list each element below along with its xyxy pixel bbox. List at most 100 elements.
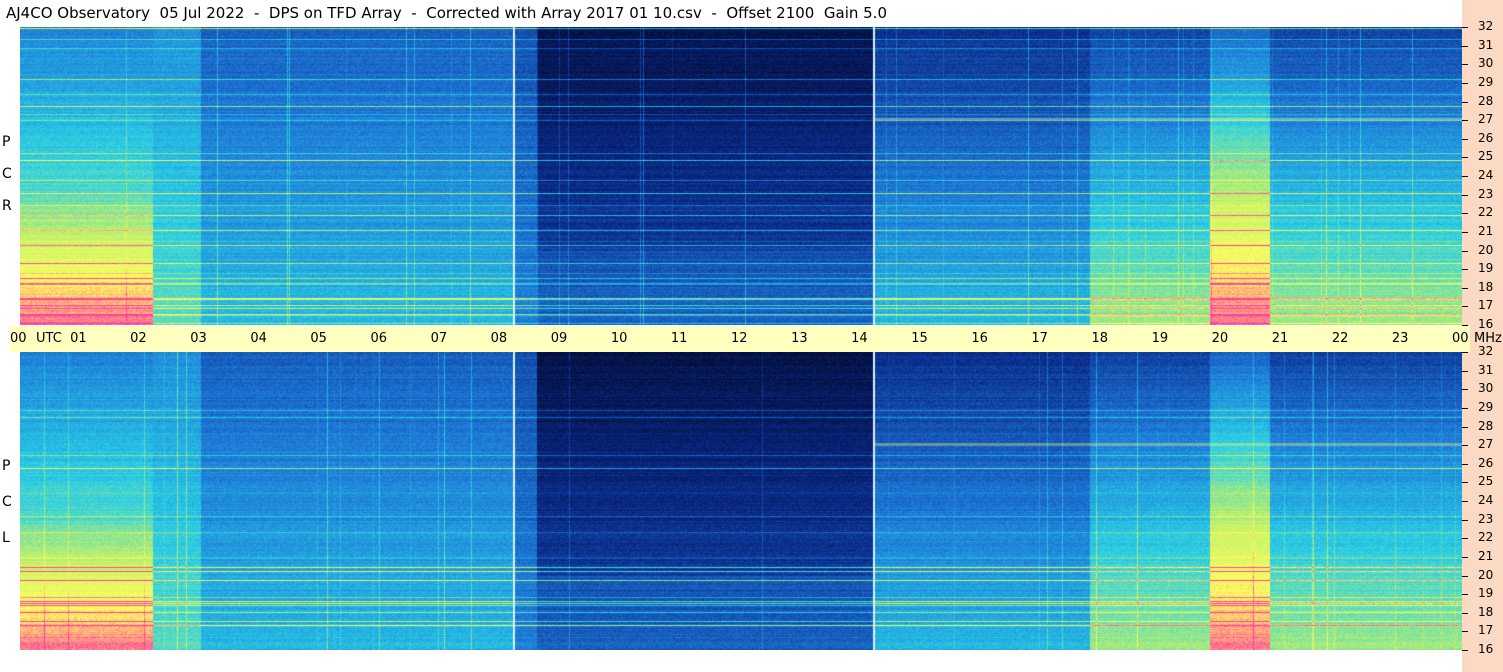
y-tick-label: 16 (1478, 317, 1494, 331)
polarization-letter: C (2, 494, 12, 510)
x-tick-label: 05 (310, 331, 327, 346)
y-tick-label: 19 (1478, 261, 1494, 276)
x-tick-label: 02 (130, 331, 147, 346)
polarization-letter: P (2, 134, 11, 150)
x-tick-label: 23 (1391, 331, 1409, 346)
polarization-letter: P (2, 458, 11, 474)
y-tick-mark (1462, 556, 1468, 558)
x-tick-label: 19 (1151, 331, 1169, 346)
y-tick-mark (1462, 101, 1468, 103)
y-tick-mark (1462, 231, 1468, 233)
y-tick-label: 24 (1478, 168, 1494, 182)
polarization-letter: R (2, 198, 12, 214)
y-tick-mark (1462, 306, 1468, 308)
y-tick-mark (1462, 120, 1468, 122)
y-tick-mark (1462, 407, 1468, 409)
y-tick-mark (1462, 575, 1468, 577)
y-tick-label: 21 (1478, 548, 1494, 563)
y-tick-label: 27 (1478, 112, 1494, 127)
y-tick-label: 17 (1478, 623, 1494, 638)
y-tick-label: 26 (1478, 455, 1494, 470)
chart-title: AJ4CO Observatory 05 Jul 2022 - DPS on T… (6, 4, 887, 22)
y-tick-label: 25 (1478, 474, 1494, 489)
x-tick-label: 21 (1271, 331, 1289, 346)
y-tick-mark (1462, 389, 1468, 391)
y-tick-label: 32 (1478, 19, 1494, 33)
y-tick-label: 30 (1478, 56, 1494, 71)
y-tick-mark (1462, 269, 1468, 271)
y-tick-label: 30 (1478, 381, 1494, 396)
y-tick-label: 19 (1478, 586, 1494, 601)
y-tick-label: 18 (1478, 279, 1494, 294)
y-tick-mark (1462, 250, 1468, 252)
y-tick-mark (1462, 594, 1468, 596)
lcp-spectrogram (20, 352, 1462, 650)
x-tick-label: 10 (610, 331, 628, 346)
y-tick-label: 16 (1478, 642, 1494, 656)
x-tick-label: 18 (1091, 331, 1109, 346)
y-tick-label: 31 (1478, 362, 1494, 377)
y-tick-mark (1462, 650, 1468, 651)
y-tick-label: 20 (1478, 567, 1494, 582)
x-tick-label: 15 (911, 331, 928, 346)
y-tick-mark (1462, 176, 1468, 177)
polarization-letter: L (2, 530, 10, 546)
x-tick-label: 11 (670, 331, 688, 346)
x-tick-label: 09 (550, 331, 568, 346)
x-tick-label: 22 (1331, 331, 1349, 346)
rcp-spectrogram (20, 27, 1462, 325)
y-tick-label: 25 (1478, 149, 1494, 164)
y-tick-mark (1462, 612, 1468, 614)
x-tick-label: 17 (1031, 331, 1048, 346)
y-tick-label: 22 (1478, 530, 1494, 545)
y-tick-label: 27 (1478, 437, 1494, 452)
x-tick-label: 01 (70, 331, 87, 346)
y-tick-mark (1462, 631, 1468, 633)
y-tick-mark (1462, 445, 1468, 447)
y-tick-mark (1462, 482, 1468, 484)
y-tick-label: 17 (1478, 298, 1494, 313)
y-tick-mark (1462, 501, 1468, 502)
y-tick-mark (1462, 538, 1468, 540)
x-tick-label: 03 (190, 331, 207, 346)
y-tick-label: 28 (1478, 93, 1494, 108)
y-tick-label: 28 (1478, 418, 1494, 433)
y-tick-label: 21 (1478, 223, 1494, 238)
y-tick-label: 32 (1478, 344, 1494, 358)
y-tick-mark (1462, 463, 1468, 465)
x-tick-label: 00 (1452, 331, 1469, 346)
y-tick-mark (1462, 213, 1468, 215)
x-tick-label: 16 (971, 331, 988, 346)
x-tick-label: 04 (250, 331, 267, 346)
x-tick-label: 20 (1211, 331, 1229, 346)
y-tick-mark (1462, 45, 1468, 47)
y-tick-mark (1462, 27, 1468, 28)
time-axis: 00 UTC 01 02 03 04 05 06 07 08 09 10 11 12 13 14 15 16 17 1… (10, 326, 1502, 352)
y-tick-mark (1462, 64, 1468, 66)
y-tick-mark (1462, 287, 1468, 289)
y-tick-label: 23 (1478, 186, 1494, 201)
x-tick-label: 07 (430, 331, 448, 346)
y-tick-mark (1462, 82, 1468, 84)
y-tick-label: 22 (1478, 205, 1494, 220)
y-tick-mark (1462, 426, 1468, 428)
x-tick-label: 06 (370, 331, 388, 346)
y-tick-label: 18 (1478, 604, 1494, 619)
x-tick-label: UTC (36, 331, 62, 346)
y-tick-label: 20 (1478, 242, 1494, 257)
y-tick-mark (1462, 370, 1468, 372)
y-tick-label: 31 (1478, 37, 1494, 52)
y-tick-mark (1462, 519, 1468, 521)
polarization-letter: C (2, 166, 12, 182)
y-tick-mark (1462, 325, 1468, 326)
x-tick-label: 14 (851, 331, 868, 346)
x-tick-label: 13 (791, 331, 808, 346)
x-tick-label: 08 (490, 331, 508, 346)
y-tick-mark (1462, 194, 1468, 196)
y-tick-mark (1462, 138, 1468, 140)
y-tick-label: 29 (1478, 399, 1494, 414)
x-tick-label: 00 (10, 331, 27, 346)
y-tick-label: 23 (1478, 511, 1494, 526)
y-tick-label: 24 (1478, 493, 1494, 507)
y-tick-mark (1462, 352, 1468, 353)
